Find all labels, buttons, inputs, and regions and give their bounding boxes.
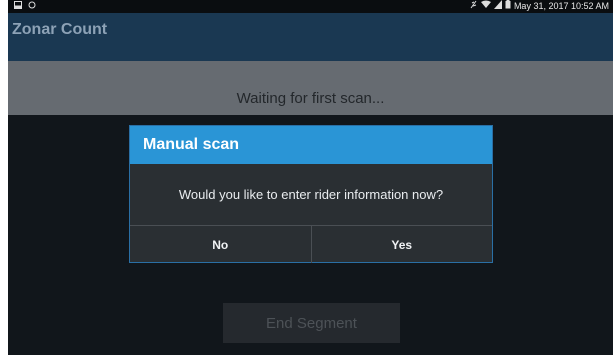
screenshot-icon [14,0,22,13]
manual-scan-dialog: Manual scan Would you like to enter ride… [129,125,493,263]
end-segment-label: End Segment [266,314,357,332]
vibrate-icon [470,0,478,13]
app-title: Zonar Count [12,21,108,38]
dialog-button-bar: No Yes [130,225,492,263]
device-screen: May 31, 2017 10:52 AM Zonar Count Waitin… [8,0,613,355]
sync-icon [28,0,36,13]
status-left-icons [14,0,36,13]
no-button-label: No [212,237,229,252]
scan-status-banner: Waiting for first scan... [8,61,613,115]
no-button[interactable]: No [130,226,311,263]
status-bar: May 31, 2017 10:52 AM [8,0,613,13]
status-right-icons: May 31, 2017 10:52 AM [470,0,609,13]
yes-button[interactable]: Yes [310,226,493,263]
status-datetime: May 31, 2017 10:52 AM [513,1,609,11]
end-segment-button[interactable]: End Segment [223,303,400,343]
dialog-title: Manual scan [130,126,492,164]
yes-button-label: Yes [391,237,413,252]
wifi-icon [480,0,491,13]
dialog-message: Would you like to enter rider informatio… [178,187,444,202]
app-bar: Zonar Count [8,13,613,61]
battery-icon [505,0,511,13]
signal-icon [493,0,502,13]
